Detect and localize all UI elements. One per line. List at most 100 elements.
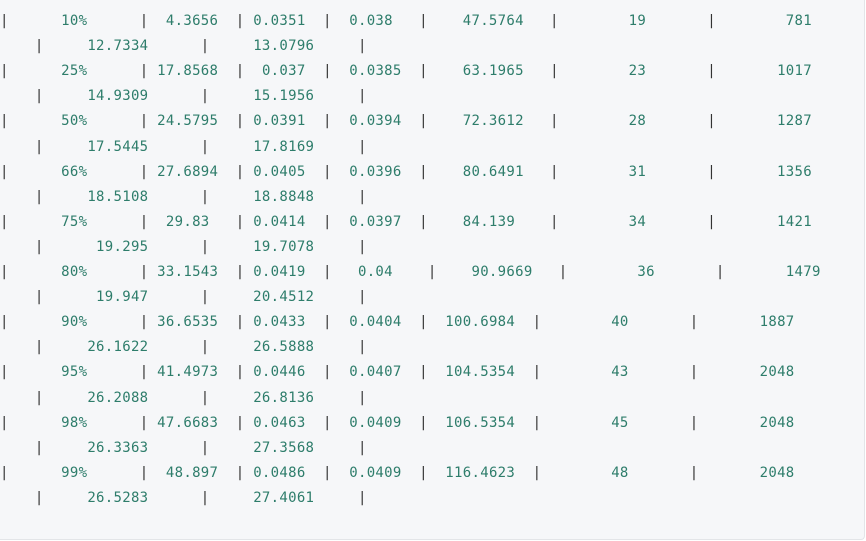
cell-separator: |: [357, 489, 367, 506]
cell-separator: |: [707, 13, 716, 30]
cell-separator: |: [0, 414, 18, 431]
cell-separator: |: [357, 389, 367, 406]
cell-value: 0.0407: [349, 364, 402, 381]
cell-percentile: 50%: [61, 113, 88, 130]
table-row: | 90% | 36.6535 | 0.0433 | 0.0404 | 100.…: [0, 310, 821, 335]
cell-separator: |: [707, 163, 716, 180]
cell-separator: |: [323, 314, 332, 331]
cell-separator: |: [715, 264, 725, 281]
cell-separator: |: [357, 188, 367, 205]
table-border-top: +----+---------------+---------------+: [0, 0, 821, 9]
cell-value: 26.8136: [253, 389, 315, 406]
cell-value: 781: [785, 13, 812, 30]
cell-separator: |: [34, 489, 44, 506]
cell-value: 0.0486: [253, 464, 306, 481]
cell-value: 17.5445: [87, 138, 149, 155]
cell-separator: |: [323, 13, 332, 30]
cell-separator: |: [235, 364, 245, 381]
cell-separator: |: [419, 63, 428, 80]
cell-percentile: 95%: [61, 364, 88, 381]
cell-value: 2048: [759, 414, 795, 431]
cell-value: 26.3363: [87, 439, 149, 456]
cell-separator: |: [200, 289, 210, 306]
cell-separator: |: [139, 314, 149, 331]
cell-separator: |: [200, 339, 210, 356]
cell-separator: |: [200, 38, 210, 55]
cell-value: 0.0385: [349, 63, 402, 80]
cell-value: 24.5795: [157, 113, 219, 130]
cell-value: 0.037: [261, 63, 306, 80]
cell-percentile: 98%: [61, 414, 88, 431]
cell-separator: |: [323, 163, 332, 180]
cell-value: 104.5354: [445, 364, 516, 381]
cell-separator: |: [532, 314, 542, 331]
cell-value: 31: [628, 163, 647, 180]
table-row-continuation: | 14.9309 | 15.1956 |: [0, 84, 821, 109]
cell-separator: |: [357, 138, 367, 155]
cell-percentile: 25%: [61, 63, 88, 80]
cell-value: 0.0394: [349, 113, 402, 130]
cell-separator: |: [323, 63, 332, 80]
cell-value: 0.0397: [349, 213, 402, 230]
code-block: +----+---------------+---------------+| …: [0, 0, 865, 540]
cell-value: 1017: [777, 63, 812, 80]
cell-value: 0.038: [349, 13, 393, 30]
cell-separator: |: [419, 314, 428, 331]
cell-separator: |: [34, 389, 44, 406]
cell-separator: |: [0, 464, 18, 481]
cell-value: 17.8169: [253, 138, 315, 155]
cell-separator: |: [139, 213, 149, 230]
cell-value: 13.0796: [253, 38, 315, 55]
cell-value: 0.0433: [253, 314, 306, 331]
cell-separator: |: [419, 163, 428, 180]
cell-value: 0.0391: [253, 113, 306, 130]
cell-value: 28: [628, 113, 647, 130]
cell-separator: |: [323, 264, 332, 281]
cell-separator: |: [357, 38, 367, 55]
table-row-continuation: | 17.5445 | 17.8169 |: [0, 135, 821, 160]
cell-separator: |: [0, 163, 18, 180]
cell-separator: |: [139, 113, 149, 130]
cell-value: 63.1965: [462, 63, 524, 80]
cell-separator: |: [235, 264, 245, 281]
cell-separator: |: [0, 264, 18, 281]
cell-separator: |: [427, 264, 437, 281]
cell-separator: |: [235, 113, 245, 130]
cell-value: 106.5354: [445, 414, 516, 431]
cell-separator: |: [689, 364, 699, 381]
cell-value: 20.4512: [253, 289, 315, 306]
cell-value: 0.0351: [253, 13, 306, 30]
table-row: | 98% | 47.6683 | 0.0463 | 0.0409 | 106.…: [0, 411, 821, 436]
cell-separator: |: [0, 314, 18, 331]
table-row: | 95% | 41.4973 | 0.0446 | 0.0407 | 104.…: [0, 360, 821, 385]
cell-separator: |: [235, 213, 245, 230]
table-row: | 25% | 17.8568 | 0.037 | 0.0385 | 63.19…: [0, 59, 821, 84]
table-row: | 66% | 27.6894 | 0.0405 | 0.0396 | 80.6…: [0, 160, 821, 185]
cell-separator: |: [0, 113, 18, 130]
cell-separator: |: [550, 13, 559, 30]
cell-separator: |: [139, 264, 149, 281]
cell-value: 47.6683: [157, 414, 219, 431]
cell-value: 23: [628, 63, 647, 80]
cell-separator: |: [550, 163, 559, 180]
cell-percentile: 80%: [61, 264, 88, 281]
cell-value: 27.3568: [253, 439, 315, 456]
cell-value: 1479: [785, 264, 821, 281]
cell-value: 15.1956: [253, 88, 315, 105]
code-text: +----+---------------+---------------+| …: [0, 0, 821, 511]
cell-value: 12.7334: [87, 38, 149, 55]
table-row-continuation: | 19.295 | 19.7078 |: [0, 235, 821, 260]
cell-value: 1887: [759, 314, 795, 331]
cell-separator: |: [34, 138, 44, 155]
cell-value: 100.6984: [445, 314, 516, 331]
cell-separator: |: [323, 213, 332, 230]
cell-separator: |: [34, 188, 44, 205]
cell-separator: |: [235, 314, 245, 331]
cell-separator: |: [34, 339, 44, 356]
cell-value: 19.947: [96, 289, 149, 306]
table-row: | 80% | 33.1543 | 0.0419 | 0.04 | 90.966…: [0, 260, 821, 285]
cell-separator: |: [235, 63, 245, 80]
cell-separator: |: [323, 414, 332, 431]
cell-value: 72.3612: [462, 113, 524, 130]
table-row: | 10% | 4.3656 | 0.0351 | 0.038 | 47.576…: [0, 9, 821, 34]
